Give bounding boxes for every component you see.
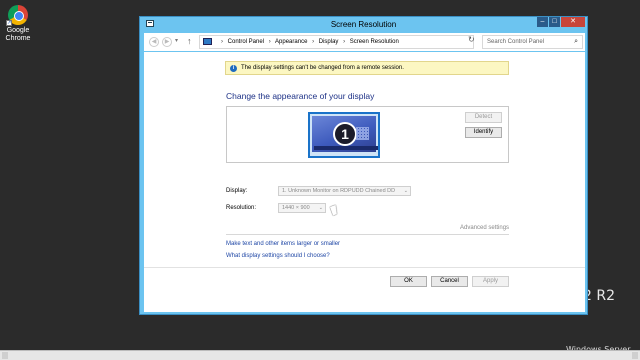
breadcrumb-separator-icon[interactable]: › (312, 39, 314, 45)
monitor-number-badge: 1 (333, 122, 357, 146)
desktop-icon-label-2: Chrome (5, 35, 31, 42)
info-banner: i The display settings can't be changed … (225, 61, 509, 75)
apply-button[interactable]: Apply (472, 276, 509, 287)
footer-divider (144, 267, 585, 268)
breadcrumb-appearance[interactable]: Appearance (275, 39, 307, 45)
screen-resolution-window: Screen Resolution – □ ✕ ◀ ▶ ▾ ↑ › Contro… (139, 16, 588, 315)
info-message: The display settings can't be changed fr… (241, 65, 404, 71)
recent-locations-chevron-icon[interactable]: ▾ (175, 37, 178, 44)
monitor-1-thumbnail[interactable]: 1 (308, 112, 380, 158)
monitor-grid-icon (356, 127, 369, 140)
breadcrumb-control-panel[interactable]: Control Panel (228, 39, 264, 45)
advanced-settings-link[interactable]: Advanced settings (460, 225, 509, 231)
maximize-button[interactable]: □ (549, 17, 560, 27)
resolution-label: Resolution: (226, 205, 257, 211)
shortcut-arrow-icon: ↗ (6, 20, 12, 26)
display-select-value: 1. Unknown Monitor on RDPUDD Chained DD (282, 188, 396, 194)
info-icon: i (230, 65, 237, 72)
main-content: i The display settings can't be changed … (144, 52, 585, 312)
monitor-screen: 1 (312, 116, 378, 152)
title-bar[interactable]: Screen Resolution – □ ✕ (140, 17, 587, 32)
identify-button[interactable]: Identify (465, 127, 502, 138)
resolution-select-value: 1440 × 900 (282, 205, 310, 211)
minimize-button[interactable]: – (537, 17, 548, 27)
up-arrow-icon[interactable]: ↑ (187, 36, 192, 46)
resolution-select[interactable]: 1440 × 900 ⌄ (278, 203, 326, 213)
search-placeholder: Search Control Panel (487, 39, 545, 45)
breadcrumb-separator-icon[interactable]: › (221, 39, 223, 45)
refresh-icon[interactable]: ↻ (468, 35, 475, 44)
search-input[interactable]: Search Control Panel ⌕ (482, 35, 583, 49)
text-size-link[interactable]: Make text and other items larger or smal… (226, 241, 340, 247)
divider (226, 234, 509, 235)
display-label: Display: (226, 188, 248, 194)
breadcrumb-separator-icon[interactable]: › (269, 39, 271, 45)
chevron-down-icon: ⌄ (318, 205, 323, 211)
ok-button[interactable]: OK (390, 276, 427, 287)
forward-arrow-icon[interactable]: ▶ (162, 37, 172, 47)
breadcrumb-display[interactable]: Display (319, 39, 339, 45)
desktop-icon-google-chrome[interactable]: ↗ Google Chrome (4, 5, 32, 43)
cancel-button[interactable]: Cancel (431, 276, 468, 287)
display-select[interactable]: 1. Unknown Monitor on RDPUDD Chained DD … (278, 186, 411, 196)
page-title: Change the appearance of your display (226, 91, 375, 101)
detect-button[interactable]: Detect (465, 112, 502, 123)
display-settings-help-link[interactable]: What display settings should I choose? (226, 253, 330, 259)
desktop-icon-label: Google (6, 27, 30, 34)
breadcrumb-separator-icon[interactable]: › (343, 39, 345, 45)
close-button[interactable]: ✕ (561, 17, 585, 27)
chevron-down-icon: ⌄ (403, 188, 408, 194)
taskbar (0, 350, 640, 360)
breadcrumb-screen-resolution[interactable]: Screen Resolution (350, 39, 399, 45)
monitor-taskbar-strip (314, 146, 378, 150)
window-title: Screen Resolution (330, 20, 397, 29)
taskbar-left-edge (2, 352, 8, 359)
mouse-pointer-icon (330, 204, 339, 216)
back-arrow-icon[interactable]: ◀ (149, 37, 159, 47)
taskbar-right-edge (632, 352, 638, 359)
search-icon[interactable]: ⌕ (574, 38, 578, 46)
monitor-arrangement-panel: 1 Detect Identify (226, 106, 509, 163)
address-bar: ◀ ▶ ▾ ↑ › Control Panel › Appearance › D… (144, 33, 585, 51)
breadcrumb[interactable]: › Control Panel › Appearance › Display ›… (199, 35, 516, 49)
control-panel-icon (203, 38, 212, 45)
